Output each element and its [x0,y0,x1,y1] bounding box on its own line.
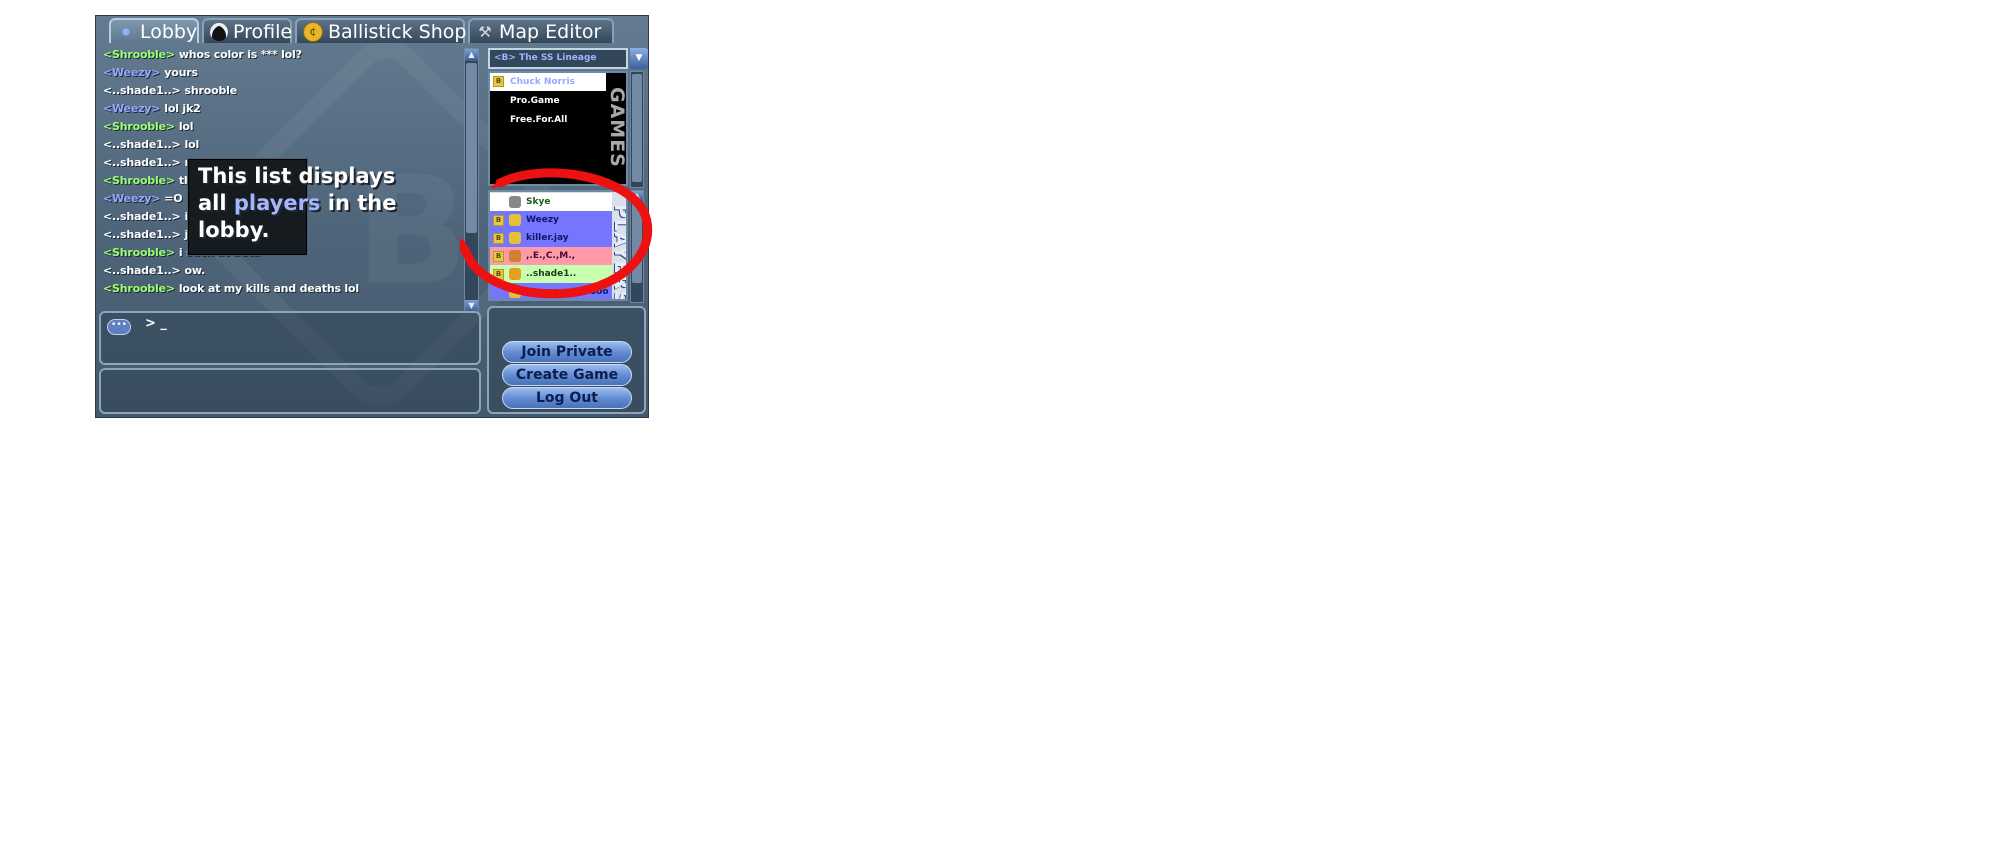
player-row[interactable]: B Weezy [490,211,612,229]
chat-message: <..shade1..>jk [103,228,195,241]
chat-nick: <Shrooble> [103,174,175,187]
chat-text: shrooble [184,84,238,97]
game-row-selected[interactable]: B Chuck Norris [490,73,606,91]
player-name: Skye [526,197,551,207]
chat-text: whos color is *** lol? [178,48,302,61]
tab-label: Ballistick Shop [328,20,467,43]
status-panel [99,368,481,414]
lock-icon: B [493,76,504,87]
log-out-button[interactable]: Log Out [502,387,632,409]
chat-text: look at my kills and deaths lol [178,282,359,295]
player-avatar-icon [509,214,521,226]
chat-nick: <..shade1..> [103,156,181,169]
player-avatar-icon [509,250,521,262]
player-avatar-icon [509,286,521,298]
players-list-label: PLAYERS [610,204,628,301]
player-row[interactable]: woooooooooooo [490,283,612,299]
lobby-icon [117,22,135,41]
tab-label: Profile [233,20,293,43]
game-row[interactable]: Free.For.All [490,111,606,129]
game-row[interactable]: Pro.Game [490,92,606,110]
chat-message: <..shade1..> shrooble [103,84,237,97]
player-row[interactable]: B ,.E.,C.,M., [490,247,612,265]
games-list-label: GAMES [606,87,628,168]
chevron-down-icon[interactable]: ▼ [630,48,648,69]
chat-nick: <..shade1..> [103,264,181,277]
tab-ballistick-shop[interactable]: ¢ Ballistick Shop [295,18,467,43]
games-scrollbar-thumb[interactable] [632,74,642,182]
coin-icon: ¢ [303,21,323,42]
chat-text: =O [164,192,183,205]
chat-text: lol jk2 [164,102,201,115]
player-name: ..shade1.. [526,269,577,279]
lock-icon: B [493,233,504,244]
game-name: Chuck Norris [510,77,575,87]
chat-message: <..shade1..> lol [103,138,199,151]
chat-text: ow. [184,264,206,277]
chat-input[interactable]: > _ [145,316,167,331]
players-list: Skye B Weezy B killer.jay B ,.E.,C.,M., … [488,190,628,301]
player-name: Weezy [526,215,559,225]
lock-icon: B [493,269,504,280]
games-list: B Chuck Norris Pro.Game Free.For.All GAM… [488,71,628,186]
chat-message: <..shade1..> ow. [103,264,205,277]
player-row[interactable]: Skye [490,193,612,211]
chat-message: <Shrooble> look at my kills and deaths lo… [103,282,359,295]
chat-message: <Weezy> yours [103,66,198,79]
tooltip-text-highlight: players [233,191,321,215]
join-private-button[interactable]: Join Private [502,341,632,363]
tab-label: Map Editor [499,20,602,43]
chat-text: lol [184,138,200,151]
scroll-up-arrow-icon[interactable]: ▲ [465,49,478,61]
chat-bubble-icon: ••• [107,319,131,335]
players-scrollbar[interactable]: ▲ [630,190,644,303]
chat-nick: <Weezy> [103,192,161,205]
chat-nick: <Weezy> [103,66,161,79]
chat-message: <..shade1..>i w [103,210,202,223]
tab-profile[interactable]: Profile [202,18,292,43]
tab-map-editor[interactable]: ⚒ Map Editor [468,18,614,43]
chat-nick: <Shrooble> [103,120,175,133]
games-scrollbar[interactable] [630,71,644,188]
player-row[interactable]: B killer.jay [490,229,612,247]
chat-text: lol [178,120,194,133]
server-select[interactable]: <B> The SS Lineage [488,48,628,69]
chat-nick: <Shrooble> [103,282,175,295]
hammer-wrench-icon: ⚒ [478,22,492,41]
chat-nick: <..shade1..> [103,138,181,151]
chat-nick: <Shrooble> [103,246,175,259]
lock-icon: B [493,215,504,226]
chat-message: <Shrooble> th [103,174,192,187]
player-name: woooooooooooo [526,287,609,297]
chat-nick: <..shade1..> [103,84,181,97]
chat-nick: <Weezy> [103,102,161,115]
chat-nick: <Shrooble> [103,48,175,61]
chat-scrollbar[interactable]: ▲ ▼ [464,48,479,313]
scroll-up-arrow-icon[interactable]: ▲ [631,191,643,201]
chat-scrollbar-thumb[interactable] [466,63,477,233]
players-scrollbar-thumb[interactable] [632,203,642,283]
tab-lobby[interactable]: Lobby [109,18,199,43]
chat-message: <Shrooble> lol [103,120,194,133]
player-avatar-icon [509,268,521,280]
tab-label: Lobby [140,20,198,43]
players-tooltip-text: This list displays all players in the lo… [198,163,428,244]
chat-text: yours [164,66,198,79]
chat-message: <Weezy> =O [103,192,183,205]
game-lobby-window: B Lobby Profile ¢ Ballistick Shop ⚒ Map … [95,15,649,418]
game-name: Free.For.All [510,115,568,125]
player-avatar-icon [509,196,521,208]
player-name: ,.E.,C.,M., [526,251,576,261]
chat-message: <Shrooble> whos color is *** lol? [103,48,302,61]
chat-message: <Weezy> lol jk2 [103,102,201,115]
player-avatar-icon [509,232,521,244]
game-name: Pro.Game [510,96,560,106]
lock-icon: B [493,251,504,262]
chat-nick: <..shade1..> [103,210,181,223]
player-name: killer.jay [526,233,569,243]
chat-nick: <..shade1..> [103,228,181,241]
alien-head-icon [210,22,228,41]
player-row[interactable]: B ..shade1.. [490,265,612,283]
create-game-button[interactable]: Create Game [502,364,632,386]
